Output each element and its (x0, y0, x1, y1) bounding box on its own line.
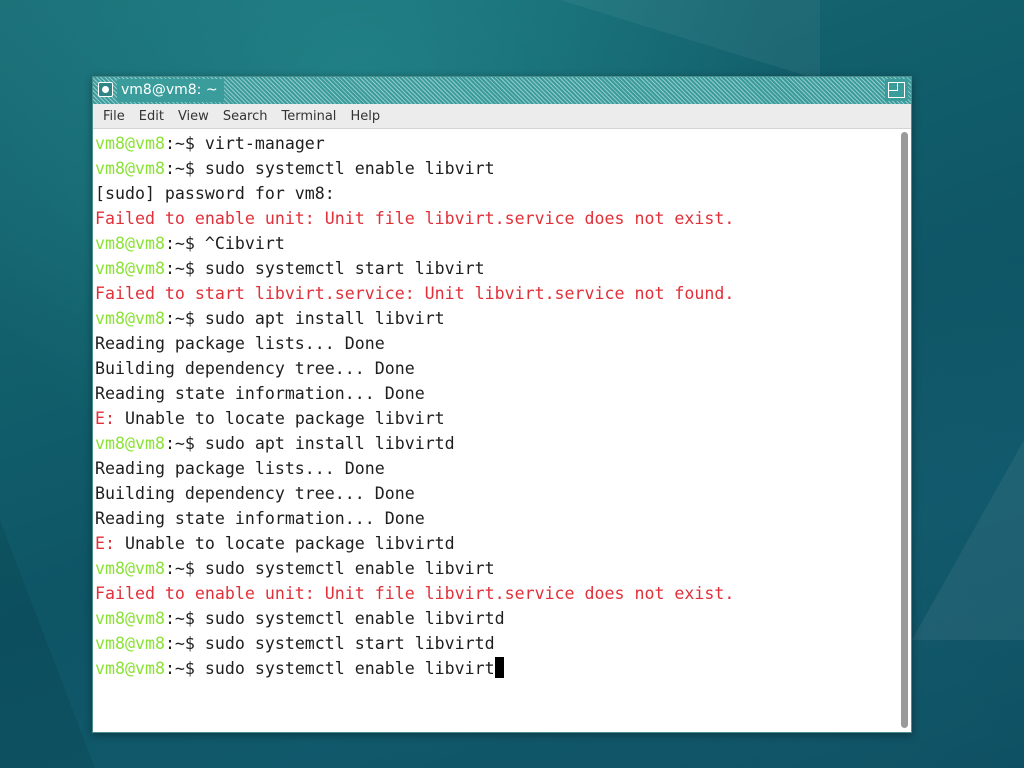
terminal-line: Failed to enable unit: Unit file libvirt… (95, 206, 734, 231)
terminal-line: vm8@vm8:~$ virt-manager (95, 131, 734, 156)
line-text: Reading state information... Done (95, 509, 425, 528)
line-text: Reading package lists... Done (95, 334, 385, 353)
line-text: sudo systemctl enable libvirt (204, 659, 495, 678)
window-title: vm8@vm8: ~ (117, 79, 224, 102)
line-text: Unable to locate package libvirt (124, 409, 445, 428)
terminal-line: Failed to enable unit: Unit file libvirt… (95, 581, 734, 606)
menu-search[interactable]: Search (216, 104, 275, 129)
prompt-path: :~$ (164, 309, 205, 328)
scrollbar-thumb[interactable] (901, 132, 908, 728)
error-text: E: (95, 534, 125, 553)
line-text: sudo apt install libvirtd (204, 434, 455, 453)
prompt-path: :~$ (164, 434, 205, 453)
prompt-user-host: vm8@vm8 (95, 134, 165, 153)
terminal-window-menu-icon[interactable] (98, 82, 113, 97)
prompt-user-host: vm8@vm8 (95, 159, 165, 178)
prompt-path: :~$ (164, 259, 205, 278)
text-cursor (494, 657, 504, 678)
prompt-path: :~$ (164, 634, 205, 653)
terminal-line: vm8@vm8:~$ sudo apt install libvirtd (95, 431, 734, 456)
terminal-line: vm8@vm8:~$ sudo systemctl enable libvirt (95, 156, 734, 181)
prompt-user-host: vm8@vm8 (95, 659, 165, 678)
line-text: sudo systemctl start libvirtd (204, 634, 495, 653)
terminal-line: E: Unable to locate package libvirt (95, 406, 734, 431)
line-text: Unable to locate package libvirtd (124, 534, 455, 553)
prompt-path: :~$ (164, 134, 205, 153)
menu-view[interactable]: View (171, 104, 216, 129)
desktop-wallpaper-facet (0, 520, 95, 768)
prompt-path: :~$ (164, 659, 205, 678)
terminal-output[interactable]: vm8@vm8:~$ virt-manager vm8@vm8:~$ sudo s… (93, 129, 897, 732)
terminal-line: vm8@vm8:~$ sudo systemctl enable libvirt… (95, 606, 734, 631)
line-text: [sudo] password for vm8: (95, 184, 335, 203)
error-text: Failed to enable unit: Unit file libvirt… (95, 209, 735, 228)
menubar: File Edit View Search Terminal Help (93, 104, 911, 129)
prompt-user-host: vm8@vm8 (95, 309, 165, 328)
line-text: sudo systemctl enable libvirtd (204, 609, 505, 628)
maximize-icon[interactable] (885, 79, 908, 101)
line-text: sudo systemctl enable libvirt (204, 159, 495, 178)
line-text: Building dependency tree... Done (95, 484, 415, 503)
terminal-line: [sudo] password for vm8: (95, 181, 734, 206)
prompt-path: :~$ (164, 609, 205, 628)
terminal-line: Reading package lists... Done (95, 456, 734, 481)
terminal-line: Building dependency tree... Done (95, 356, 734, 381)
terminal-window: vm8@vm8: ~ File Edit View Search Termina… (92, 76, 912, 733)
prompt-user-host: vm8@vm8 (95, 259, 165, 278)
terminal-lines: vm8@vm8:~$ virt-manager vm8@vm8:~$ sudo s… (95, 131, 734, 681)
terminal-line: vm8@vm8:~$ sudo systemctl start libvirt (95, 256, 734, 281)
line-text: Building dependency tree... Done (95, 359, 415, 378)
prompt-user-host: vm8@vm8 (95, 634, 165, 653)
line-text: ^Cibvirt (204, 234, 285, 253)
terminal-line: vm8@vm8:~$ ^Cibvirt (95, 231, 734, 256)
line-text: sudo systemctl start libvirt (204, 259, 485, 278)
line-text: Reading package lists... Done (95, 459, 385, 478)
error-text: Failed to enable unit: Unit file libvirt… (95, 584, 735, 603)
line-text: sudo systemctl enable libvirt (204, 559, 495, 578)
prompt-user-host: vm8@vm8 (95, 609, 165, 628)
line-text: Reading state information... Done (95, 384, 425, 403)
terminal-line: Reading package lists... Done (95, 331, 734, 356)
terminal-line: E: Unable to locate package libvirtd (95, 531, 734, 556)
prompt-path: :~$ (164, 234, 205, 253)
terminal-line: vm8@vm8:~$ sudo apt install libvirt (95, 306, 734, 331)
menu-file[interactable]: File (96, 104, 132, 129)
line-text: virt-manager (204, 134, 325, 153)
menu-help[interactable]: Help (343, 104, 387, 129)
desktop-wallpaper-facet (912, 440, 1024, 640)
error-text: Failed to start libvirt.service: Unit li… (95, 284, 735, 303)
desktop-wallpaper-facet (560, 0, 820, 80)
prompt-path: :~$ (164, 559, 205, 578)
prompt-user-host: vm8@vm8 (95, 434, 165, 453)
menu-terminal[interactable]: Terminal (274, 104, 343, 129)
terminal-line: vm8@vm8:~$ sudo systemctl enable libvirt (95, 656, 734, 681)
terminal-line: Reading state information... Done (95, 381, 734, 406)
prompt-user-host: vm8@vm8 (95, 234, 165, 253)
prompt-user-host: vm8@vm8 (95, 559, 165, 578)
terminal-line: Failed to start libvirt.service: Unit li… (95, 281, 734, 306)
terminal-line: Reading state information... Done (95, 506, 734, 531)
terminal-line: vm8@vm8:~$ sudo systemctl start libvirtd (95, 631, 734, 656)
window-titlebar[interactable]: vm8@vm8: ~ (93, 77, 911, 104)
line-text: sudo apt install libvirt (204, 309, 445, 328)
prompt-path: :~$ (164, 159, 205, 178)
terminal-line: Building dependency tree... Done (95, 481, 734, 506)
terminal-scrollbar[interactable] (897, 129, 911, 732)
terminal-line: vm8@vm8:~$ sudo systemctl enable libvirt (95, 556, 734, 581)
error-text: E: (95, 409, 125, 428)
menu-edit[interactable]: Edit (132, 104, 171, 129)
